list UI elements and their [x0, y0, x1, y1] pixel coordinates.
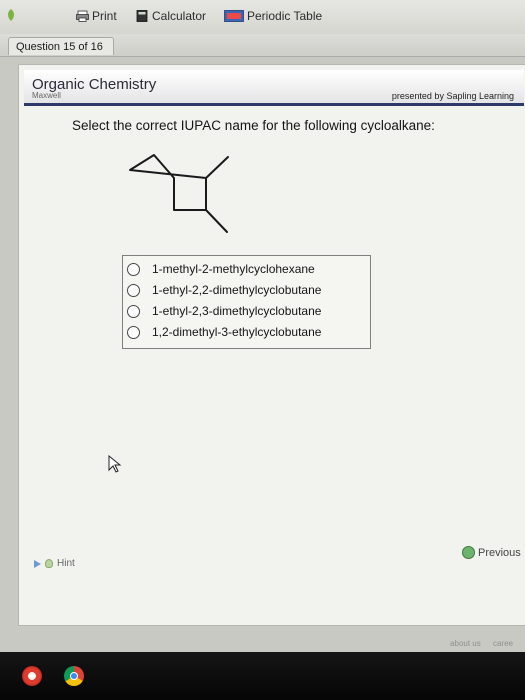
periodic-table-label: Periodic Table	[247, 9, 323, 23]
answer-option-label: 1-ethyl-2,2-dimethylcyclobutane	[152, 283, 322, 297]
print-button[interactable]: Print	[76, 9, 117, 23]
radio-button[interactable]	[127, 283, 140, 297]
answer-options: 1-methyl-2-methylcyclohexane 1-ethyl-2,2…	[122, 255, 371, 349]
answer-option-label: 1,2-dimethyl-3-ethylcyclobutane	[152, 325, 322, 339]
instructor-name: Maxwell	[32, 91, 61, 100]
answer-option[interactable]: 1-ethyl-2,3-dimethylcyclobutane	[127, 301, 321, 321]
question-prompt: Select the correct IUPAC name for the fo…	[72, 118, 435, 133]
footer-link[interactable]: caree	[493, 639, 513, 648]
course-header: Organic Chemistry Maxwell presented by S…	[24, 70, 524, 106]
radio-button[interactable]	[127, 325, 140, 339]
answer-option[interactable]: 1,2-dimethyl-3-ethylcyclobutane	[127, 322, 321, 342]
hint-label: Hint	[57, 558, 75, 569]
footer-links: about us caree	[440, 639, 513, 648]
presented-by-text: presented by Sapling Learning	[391, 91, 514, 101]
printer-icon	[76, 10, 89, 22]
previous-label: Previous	[478, 546, 521, 559]
mouse-cursor-icon	[108, 455, 122, 473]
periodic-table-button[interactable]: Periodic Table	[224, 9, 322, 23]
print-label: Print	[92, 9, 117, 23]
previous-arrow-icon	[462, 546, 475, 559]
radio-button[interactable]	[127, 304, 140, 318]
periodic-table-icon	[224, 10, 244, 22]
sapling-leaf-icon	[8, 9, 14, 21]
app-toolbar: Print Calculator Periodic Table	[0, 0, 525, 34]
cyclobutane-structure-image	[129, 154, 229, 233]
app-launcher-icon[interactable]	[22, 666, 42, 686]
chrome-browser-icon[interactable]	[64, 666, 84, 686]
expand-triangle-icon	[34, 559, 41, 568]
previous-button[interactable]: Previous	[462, 546, 521, 559]
answer-option-label: 1-ethyl-2,3-dimethylcyclobutane	[152, 304, 322, 318]
calculator-button[interactable]: Calculator	[136, 9, 206, 23]
answer-option[interactable]: 1-ethyl-2,2-dimethylcyclobutane	[127, 280, 321, 300]
answer-option[interactable]: 1-methyl-2-methylcyclohexane	[127, 259, 315, 279]
footer-link[interactable]: about us	[450, 639, 481, 648]
radio-button[interactable]	[127, 262, 140, 276]
hint-button[interactable]: Hint	[34, 558, 75, 569]
chrome-center-icon	[70, 672, 78, 680]
calculator-icon	[136, 10, 148, 22]
question-counter-tab[interactable]: Question 15 of 16	[8, 37, 114, 55]
answer-option-label: 1-methyl-2-methylcyclohexane	[152, 262, 315, 276]
lightbulb-icon	[45, 559, 53, 568]
calculator-label: Calculator	[152, 9, 207, 23]
